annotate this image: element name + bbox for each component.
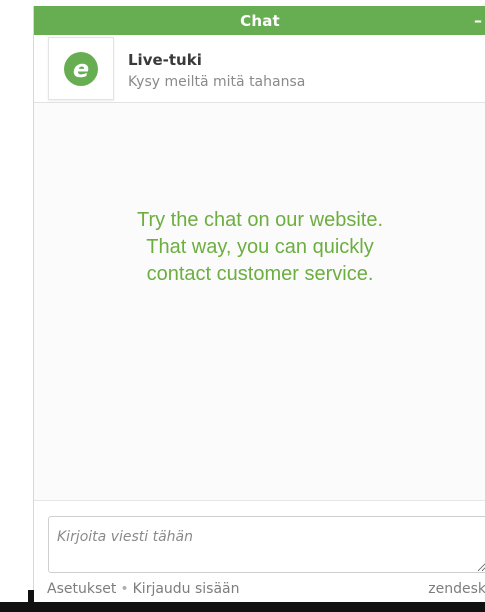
- chat-message-area: Try the chat on our website. That way, y…: [34, 103, 485, 501]
- message-line: contact customer service.: [146, 263, 374, 285]
- left-edge: [28, 590, 34, 612]
- chat-footer: Asetukset • Kirjaudu sisään zendesk: [47, 581, 485, 601]
- logo-letter: e: [73, 55, 89, 83]
- chat-header: e Live-tuki Kysy meiltä mitä tahansa: [34, 35, 485, 103]
- chat-titlebar[interactable]: Chat –: [34, 6, 485, 35]
- agent-avatar: e: [48, 37, 114, 100]
- chat-title: Chat: [240, 11, 280, 30]
- message-line: That way, you can quickly: [146, 236, 374, 258]
- bottom-edge: [0, 602, 485, 612]
- agent-subtitle: Kysy meiltä mitä tahansa: [128, 74, 306, 90]
- e-logo-icon: e: [64, 51, 98, 86]
- message-input[interactable]: [48, 516, 485, 573]
- login-link[interactable]: Kirjaudu sisään: [133, 581, 240, 597]
- chat-widget: Chat – e Live-tuki Kysy meiltä mitä taha…: [33, 6, 485, 606]
- chat-promo-message: Try the chat on our website. That way, y…: [34, 207, 485, 288]
- agent-name: Live-tuki: [128, 51, 202, 69]
- footer-separator: •: [120, 581, 129, 597]
- minimize-icon[interactable]: –: [470, 9, 485, 31]
- zendesk-brand: zendesk: [428, 581, 485, 597]
- message-line: Try the chat on our website.: [136, 209, 384, 231]
- page: Chat – e Live-tuki Kysy meiltä mitä taha…: [0, 0, 485, 612]
- settings-link[interactable]: Asetukset: [47, 581, 116, 597]
